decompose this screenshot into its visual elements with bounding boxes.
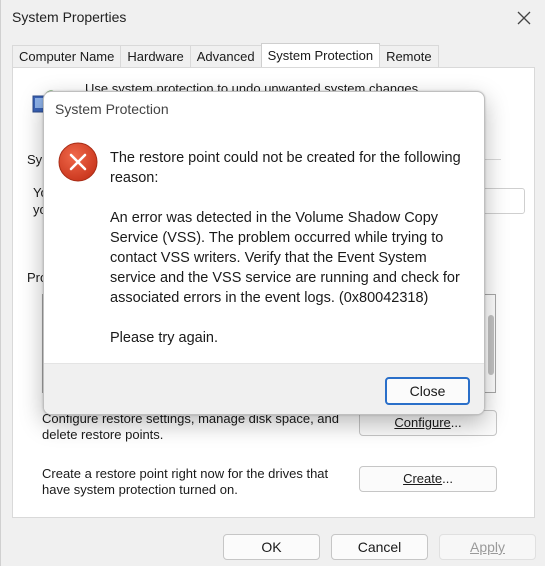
tab-remote[interactable]: Remote <box>379 45 439 67</box>
ok-button[interactable]: OK <box>223 534 320 560</box>
title-bar: System Properties <box>1 0 545 36</box>
configure-description-line2: delete restore points. <box>42 427 164 442</box>
dialog-footer: Close <box>44 363 484 414</box>
tab-hardware[interactable]: Hardware <box>120 45 191 67</box>
create-button-label: Create <box>403 471 443 486</box>
create-button-ellipsis: ... <box>442 471 453 486</box>
scrollbar[interactable] <box>488 315 494 375</box>
configure-button-ellipsis: ... <box>450 415 462 430</box>
dialog-message-retry: Please try again. <box>110 330 219 346</box>
dialog-message-detail: An error was detected in the Volume Shad… <box>110 210 460 306</box>
configure-button-label: Configure <box>394 415 451 430</box>
tab-advanced[interactable]: Advanced <box>189 45 262 67</box>
cancel-button[interactable]: Cancel <box>331 534 428 560</box>
apply-button[interactable]: Apply <box>439 534 536 560</box>
tab-system-protection[interactable]: System Protection <box>260 43 381 67</box>
close-icon[interactable] <box>512 6 536 30</box>
create-description: Create a restore point right now for the… <box>42 466 328 498</box>
close-button[interactable]: Close <box>385 377 470 405</box>
dialog-message: The restore point could not be created f… <box>110 148 470 368</box>
tab-strip: Computer Name Hardware Advanced System P… <box>12 43 439 67</box>
configure-description: Configure restore settings, manage disk … <box>42 411 339 443</box>
apply-button-label: Apply <box>469 539 506 555</box>
create-button[interactable]: Create... <box>359 466 497 492</box>
system-protection-error-dialog: System Protection The restore point coul… <box>43 91 485 415</box>
protection-settings-label: Sy <box>27 152 43 167</box>
dialog-message-reason: The restore point could not be created f… <box>110 150 461 186</box>
create-description-line1: Create a restore point right now for the… <box>42 466 329 481</box>
tab-computer-name[interactable]: Computer Name <box>12 45 122 67</box>
window-title: System Properties <box>12 9 127 25</box>
error-icon <box>58 142 98 182</box>
create-description-line2: have system protection turned on. <box>42 482 238 497</box>
dialog-title: System Protection <box>55 101 169 117</box>
